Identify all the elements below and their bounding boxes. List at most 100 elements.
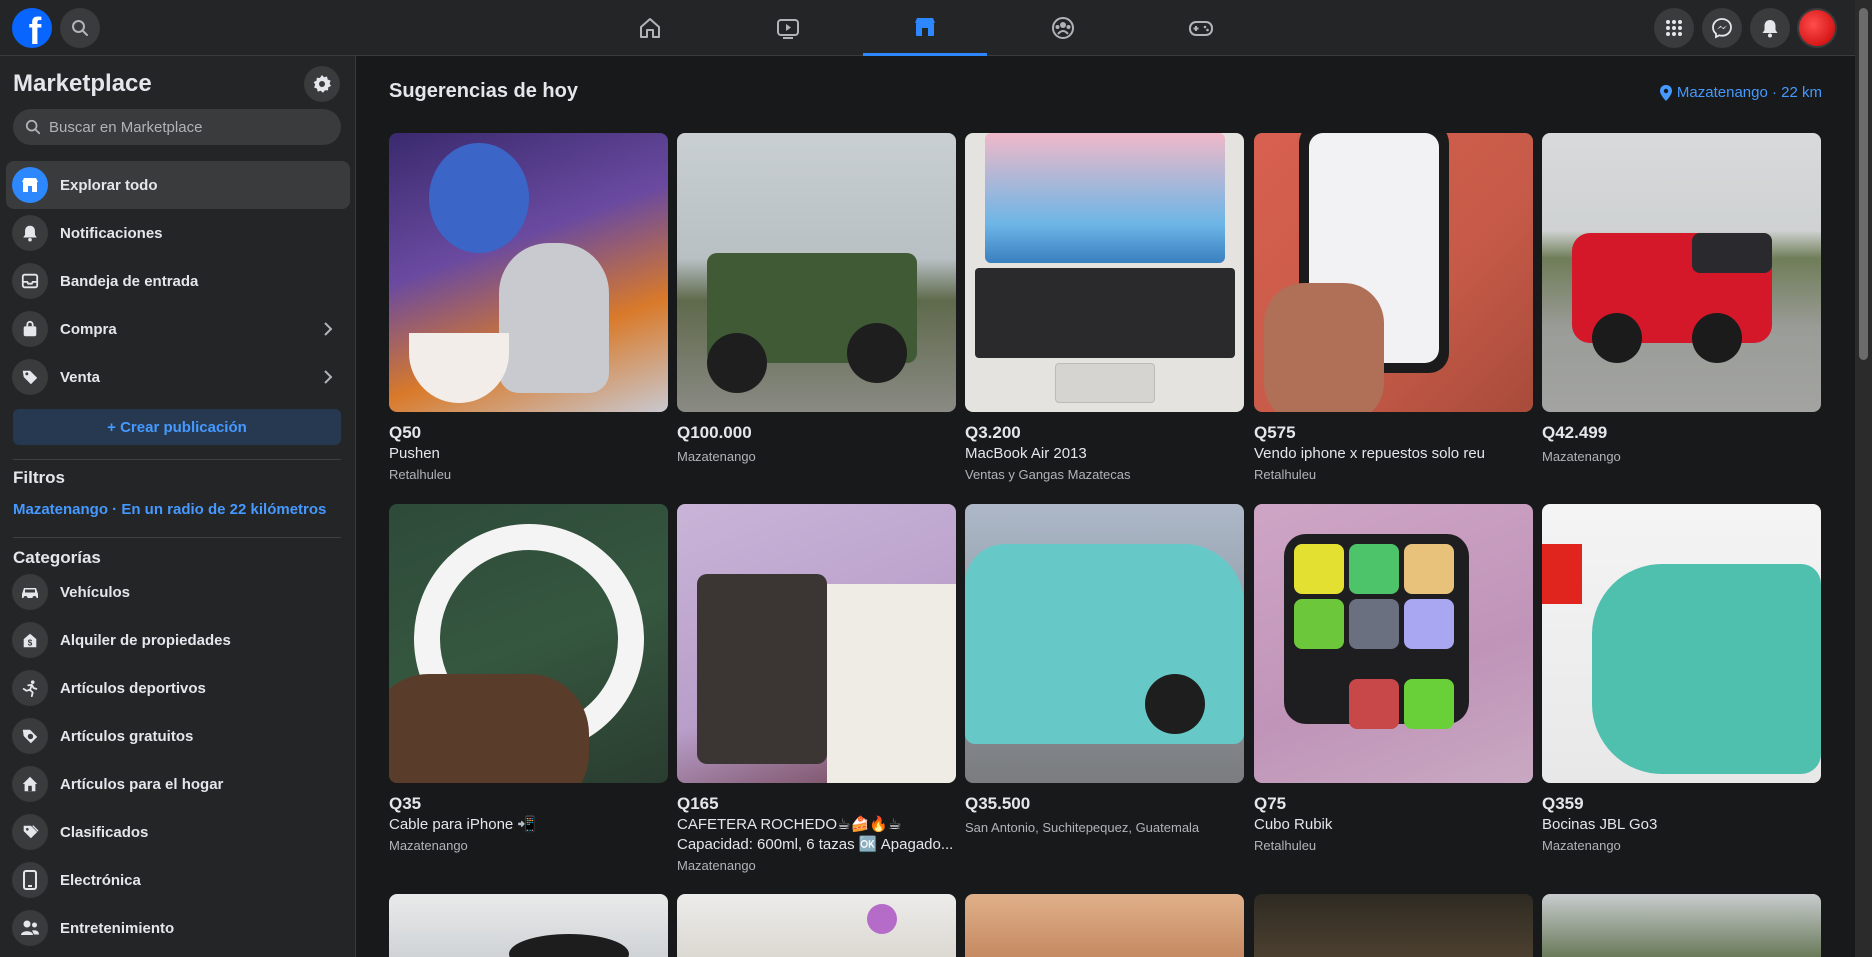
tab-gaming[interactable] [1139, 0, 1263, 56]
house-dollar-icon: $ [12, 622, 48, 658]
divider [13, 459, 341, 460]
listing-photo[interactable] [1542, 894, 1821, 957]
bag-icon [12, 311, 48, 347]
menu-button[interactable] [1654, 8, 1694, 48]
category-sporting-goods[interactable]: Artículos deportivos [6, 664, 350, 712]
sidebar-item-explore-all[interactable]: Explorar todo [6, 161, 350, 209]
sidebar-item-selling[interactable]: Venta [6, 353, 350, 401]
location-filter-link[interactable]: Mazatenango · En un radio de 22 kilómetr… [13, 501, 326, 518]
category-home-goods[interactable]: Artículos para el hogar [6, 760, 350, 808]
category-label: Artículos para el hogar [60, 775, 224, 793]
svg-text:$: $ [28, 638, 33, 647]
scrollbar-thumb[interactable] [1859, 8, 1868, 360]
classifieds-icon [12, 814, 48, 850]
divider [13, 537, 341, 538]
category-electronics[interactable]: Electrónica [6, 856, 350, 904]
marketplace-search[interactable] [13, 109, 341, 145]
tab-groups[interactable] [1001, 0, 1125, 56]
listing-card[interactable]: Q575 Vendo iphone x repuestos solo reu R… [1254, 133, 1533, 484]
listing-price: Q165 [677, 794, 719, 813]
category-classifieds[interactable]: Clasificados [6, 808, 350, 856]
listing-location: Mazatenango [389, 838, 468, 853]
listing-photo [1254, 504, 1533, 783]
listing-location: San Antonio, Suchitepequez, Guatemala [965, 820, 1200, 835]
notifications-button[interactable] [1750, 8, 1790, 48]
listing-card[interactable]: Q359 Bocinas JBL Go3 Mazatenango [1542, 504, 1821, 855]
sidebar-item-label: Compra [60, 320, 117, 338]
listing-price: Q575 [1254, 423, 1296, 442]
listing-price: Q35.500 [965, 794, 1031, 813]
category-label: Alquiler de propiedades [60, 631, 231, 649]
home-icon [640, 18, 660, 38]
tab-video[interactable] [726, 0, 850, 56]
listing-location: Mazatenango [677, 449, 756, 464]
listing-card[interactable]: Q35.500 San Antonio, Suchitepequez, Guat… [965, 504, 1244, 837]
tab-marketplace[interactable] [863, 0, 987, 56]
profile-avatar[interactable] [1797, 8, 1837, 48]
listing-photo[interactable] [389, 894, 668, 957]
category-vehicles[interactable]: Vehículos [6, 568, 350, 616]
page-scrollbar[interactable] [1855, 0, 1872, 957]
listing-location: Mazatenango [1542, 449, 1621, 464]
listing-photo [677, 133, 956, 412]
listing-location: Mazatenango [677, 858, 756, 873]
listing-card[interactable]: Q50 Pushen Retalhuleu [389, 133, 668, 484]
listing-card[interactable]: Q75 Cubo Rubik Retalhuleu [1254, 504, 1533, 855]
listing-price: Q359 [1542, 794, 1584, 813]
sidebar-item-inbox[interactable]: Bandeja de entrada [6, 257, 350, 305]
listing-photo [389, 133, 668, 412]
listing-title: CAFETERA ROCHEDO☕🍰🔥☕ Capacidad: 600ml, 6… [677, 816, 954, 853]
messenger-button[interactable] [1702, 8, 1742, 48]
listing-location: Retalhuleu [1254, 838, 1317, 853]
sidebar-item-notifications[interactable]: Notificaciones [6, 209, 350, 257]
tab-home[interactable] [588, 0, 712, 56]
listing-photo [389, 504, 668, 783]
tag-icon [12, 359, 48, 395]
listing-photo [677, 504, 956, 783]
category-label: Electrónica [60, 871, 141, 889]
listing-card[interactable]: Q42.499 Mazatenango [1542, 133, 1821, 466]
people-icon [12, 910, 48, 946]
marketplace-search-input[interactable] [49, 118, 329, 136]
listing-photo[interactable] [677, 894, 956, 957]
inbox-icon [12, 263, 48, 299]
search-button[interactable] [60, 8, 100, 48]
shop-icon [12, 167, 48, 203]
category-entertainment[interactable]: Entretenimiento [6, 904, 350, 952]
listing-photo [965, 133, 1244, 412]
listing-card[interactable]: Q165 CAFETERA ROCHEDO☕🍰🔥☕ Capacidad: 600… [677, 504, 956, 875]
category-label: Artículos gratuitos [60, 727, 194, 745]
listing-location: Ventas y Gangas Mazatecas [965, 467, 1131, 482]
listing-photo[interactable] [965, 894, 1244, 957]
chevron-right-icon [324, 370, 333, 384]
bell-icon [1762, 20, 1778, 38]
sidebar-item-label: Bandeja de entrada [60, 272, 199, 290]
listing-title: Pushen [389, 445, 440, 462]
settings-button[interactable] [304, 66, 340, 102]
facebook-logo[interactable]: f [12, 8, 52, 48]
running-icon [12, 670, 48, 706]
sidebar-item-label: Explorar todo [60, 176, 158, 194]
grid-menu-icon [1666, 20, 1682, 36]
car-icon [12, 574, 48, 610]
listing-card[interactable]: Q3.200 MacBook Air 2013 Ventas y Gangas … [965, 133, 1244, 484]
bell-icon [12, 215, 48, 251]
listing-photo[interactable] [1254, 894, 1533, 957]
category-property-rentals[interactable]: $ Alquiler de propiedades [6, 616, 350, 664]
listing-price: Q3.200 [965, 423, 1021, 442]
listing-card[interactable]: Q35 Cable para iPhone 📲 Mazatenango [389, 504, 668, 855]
listing-location: Mazatenango [1542, 838, 1621, 853]
create-listing-button[interactable]: + Crear publicación [13, 409, 341, 445]
home-goods-icon [12, 766, 48, 802]
search-icon [72, 20, 88, 36]
page-title: Sugerencias de hoy [389, 80, 578, 102]
video-icon [777, 19, 799, 39]
listing-card[interactable]: Q100.000 Mazatenango [677, 133, 956, 466]
listing-photo [965, 504, 1244, 783]
sidebar-item-buying[interactable]: Compra [6, 305, 350, 353]
listing-price: Q42.499 [1542, 423, 1608, 442]
category-free-stuff[interactable]: Artículos gratuitos [6, 712, 350, 760]
location-link[interactable]: Mazatenango · 22 km [1659, 84, 1822, 101]
messenger-icon [1712, 18, 1732, 39]
listing-photo [1542, 504, 1821, 783]
